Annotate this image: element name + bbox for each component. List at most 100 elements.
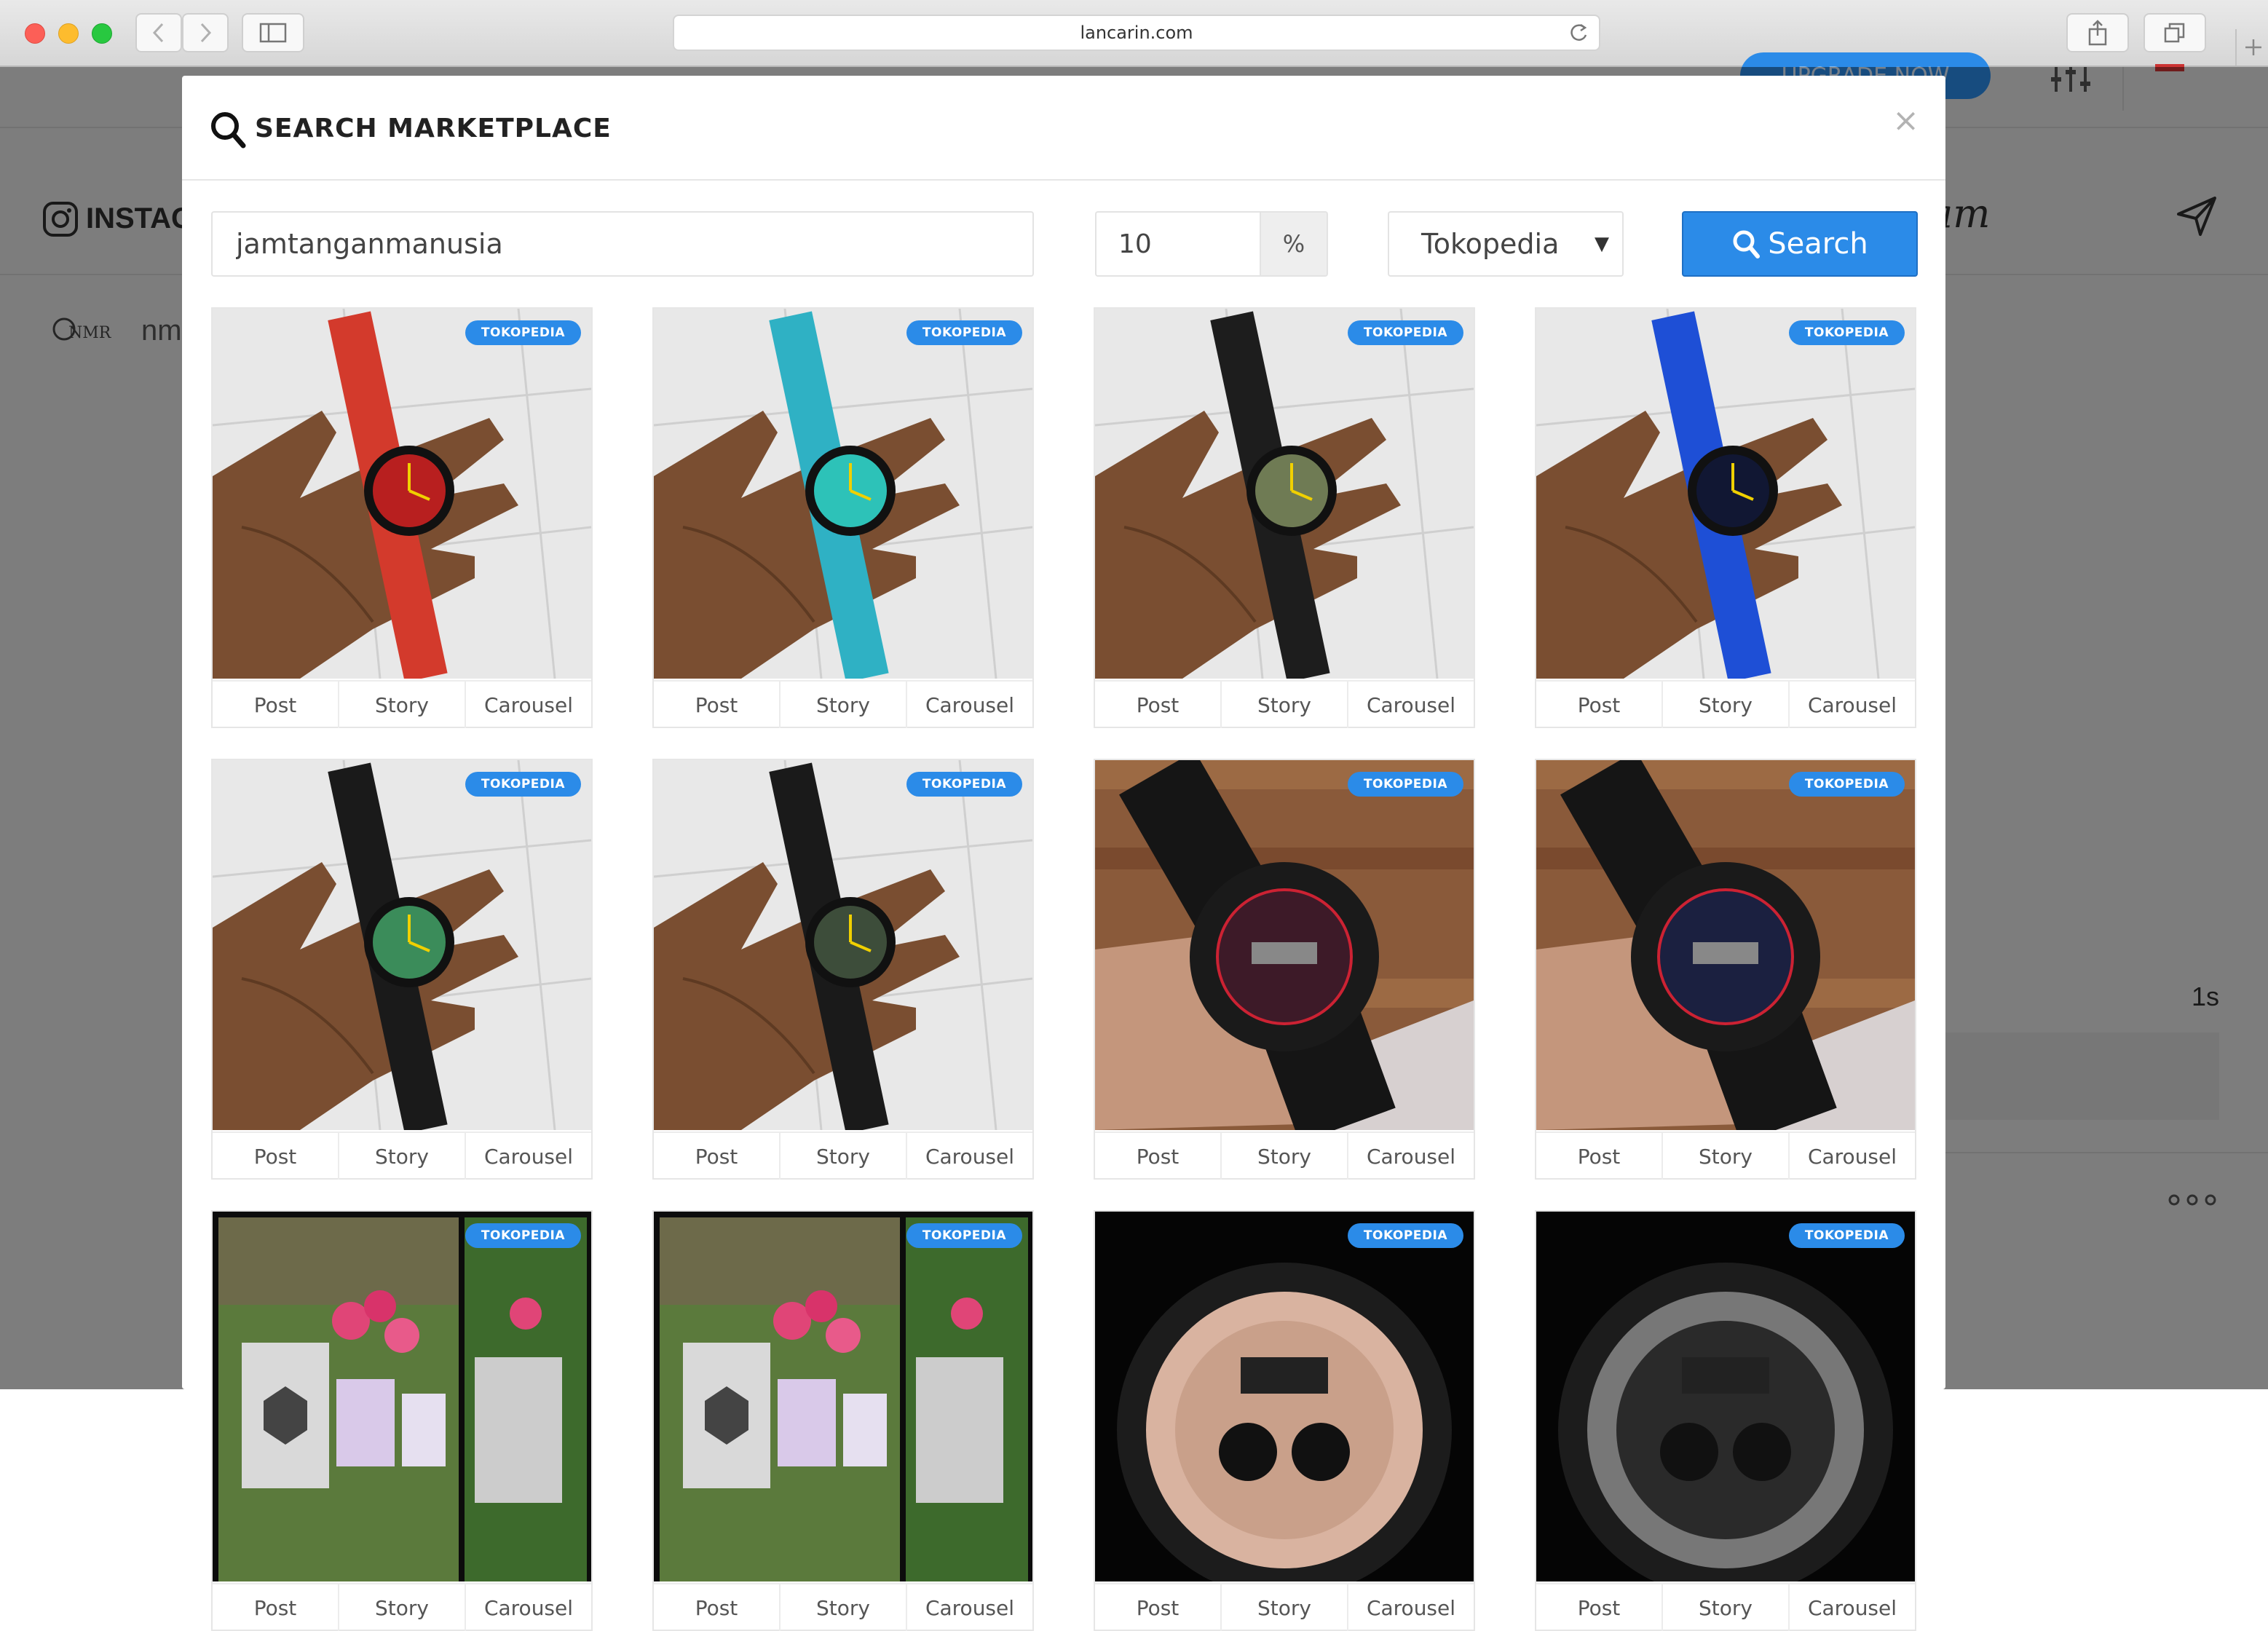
- window-maximize-button[interactable]: [92, 23, 112, 44]
- card-actions: Post Story Carousel: [1095, 1132, 1474, 1180]
- marketplace-badge: TOKOPEDIA: [465, 320, 581, 345]
- carousel-button[interactable]: Carousel: [1348, 1133, 1474, 1180]
- post-button[interactable]: Post: [654, 1584, 781, 1631]
- product-image[interactable]: TOKOPEDIA: [213, 309, 591, 679]
- card-actions: Post Story Carousel: [213, 680, 591, 728]
- post-button[interactable]: Post: [654, 682, 781, 728]
- story-button[interactable]: Story: [1222, 1133, 1348, 1180]
- post-button[interactable]: Post: [1536, 1133, 1663, 1180]
- product-card[interactable]: TOKOPEDIA Post Story Carousel: [652, 307, 1034, 728]
- post-button[interactable]: Post: [213, 1584, 339, 1631]
- product-card[interactable]: TOKOPEDIA Post Story Carousel: [1094, 1210, 1475, 1631]
- story-button[interactable]: Story: [1222, 682, 1348, 728]
- story-button[interactable]: Story: [339, 1133, 466, 1180]
- product-image[interactable]: TOKOPEDIA: [1536, 760, 1915, 1130]
- carousel-button[interactable]: Carousel: [1790, 682, 1915, 728]
- carousel-button[interactable]: Carousel: [1348, 1584, 1474, 1631]
- product-image[interactable]: TOKOPEDIA: [213, 760, 591, 1130]
- search-button-label: Search: [1768, 227, 1868, 261]
- card-actions: Post Story Carousel: [213, 1583, 591, 1631]
- story-button[interactable]: Story: [1663, 682, 1790, 728]
- post-button[interactable]: Post: [1536, 1584, 1663, 1631]
- sidebar-icon: [259, 23, 287, 43]
- watch-photo: [654, 760, 1032, 1130]
- modal-header: SEARCH MARKETPLACE ×: [182, 76, 1945, 181]
- carousel-button[interactable]: Carousel: [907, 1584, 1032, 1631]
- product-image[interactable]: TOKOPEDIA: [213, 1212, 591, 1581]
- share-button[interactable]: [2066, 13, 2129, 52]
- product-card[interactable]: TOKOPEDIA Post Story Carousel: [211, 759, 593, 1180]
- marketplace-badge: TOKOPEDIA: [1788, 1223, 1905, 1248]
- watch-photo: [1536, 760, 1915, 1130]
- post-button[interactable]: Post: [1536, 682, 1663, 728]
- product-card[interactable]: TOKOPEDIA Post Story Carousel: [652, 759, 1034, 1180]
- window-close-button[interactable]: [25, 23, 45, 44]
- story-button[interactable]: Story: [1663, 1584, 1790, 1631]
- card-actions: Post Story Carousel: [654, 1132, 1032, 1180]
- reload-icon[interactable]: [1568, 22, 1589, 44]
- story-button[interactable]: Story: [339, 682, 466, 728]
- sidebar-toggle-button[interactable]: [242, 13, 304, 52]
- product-image[interactable]: TOKOPEDIA: [654, 309, 1032, 679]
- tabs-button[interactable]: [2143, 13, 2206, 52]
- product-image[interactable]: TOKOPEDIA: [1536, 309, 1915, 679]
- product-image[interactable]: TOKOPEDIA: [1095, 760, 1474, 1130]
- post-button[interactable]: Post: [1095, 682, 1222, 728]
- watch-photo: [1095, 309, 1474, 679]
- carousel-button[interactable]: Carousel: [907, 682, 1032, 728]
- story-button[interactable]: Story: [1222, 1584, 1348, 1631]
- marketplace-badge: TOKOPEDIA: [1347, 320, 1463, 345]
- close-icon[interactable]: ×: [1892, 105, 1919, 137]
- product-image[interactable]: TOKOPEDIA: [1095, 309, 1474, 679]
- post-button[interactable]: Post: [1095, 1133, 1222, 1180]
- carousel-button[interactable]: Carousel: [1790, 1584, 1915, 1631]
- carousel-button[interactable]: Carousel: [1790, 1133, 1915, 1180]
- product-card[interactable]: TOKOPEDIA Post Story Carousel: [211, 307, 593, 728]
- search-button[interactable]: Search: [1682, 211, 1918, 277]
- carousel-button[interactable]: Carousel: [466, 1584, 591, 1631]
- plus-icon: [2245, 39, 2261, 55]
- product-card[interactable]: TOKOPEDIA Post Story Carousel: [652, 1210, 1034, 1631]
- product-image[interactable]: TOKOPEDIA: [1095, 1212, 1474, 1581]
- forward-button[interactable]: [182, 13, 229, 52]
- post-button[interactable]: Post: [213, 682, 339, 728]
- product-image[interactable]: TOKOPEDIA: [654, 760, 1032, 1130]
- address-bar[interactable]: lancarin.com: [673, 15, 1600, 51]
- back-button[interactable]: [135, 13, 182, 52]
- story-button[interactable]: Story: [781, 1584, 907, 1631]
- chevron-right-icon: [200, 23, 212, 43]
- post-button[interactable]: Post: [654, 1133, 781, 1180]
- product-card[interactable]: TOKOPEDIA Post Story Carousel: [211, 1210, 593, 1631]
- new-tab-button[interactable]: [2235, 29, 2268, 66]
- product-card[interactable]: TOKOPEDIA Post Story Carousel: [1094, 307, 1475, 728]
- product-card[interactable]: TOKOPEDIA Post Story Carousel: [1535, 759, 1916, 1180]
- product-card[interactable]: TOKOPEDIA Post Story Carousel: [1535, 307, 1916, 728]
- modal-title: SEARCH MARKETPLACE: [255, 114, 612, 143]
- percent-input[interactable]: [1095, 211, 1263, 277]
- carousel-button[interactable]: Carousel: [907, 1133, 1032, 1180]
- marketplace-select[interactable]: Tokopedia ▼: [1388, 211, 1624, 277]
- product-image[interactable]: TOKOPEDIA: [1536, 1212, 1915, 1581]
- story-button[interactable]: Story: [781, 1133, 907, 1180]
- carousel-button[interactable]: Carousel: [1348, 682, 1474, 728]
- post-button[interactable]: Post: [1095, 1584, 1222, 1631]
- product-card[interactable]: TOKOPEDIA Post Story Carousel: [1094, 759, 1475, 1180]
- product-photo: [213, 1212, 591, 1581]
- card-actions: Post Story Carousel: [654, 680, 1032, 728]
- story-button[interactable]: Story: [1663, 1133, 1790, 1180]
- post-button[interactable]: Post: [213, 1133, 339, 1180]
- product-image[interactable]: TOKOPEDIA: [654, 1212, 1032, 1581]
- window-minimize-button[interactable]: [58, 23, 79, 44]
- card-actions: Post Story Carousel: [1095, 1583, 1474, 1631]
- keyword-input[interactable]: [211, 211, 1034, 277]
- carousel-button[interactable]: Carousel: [466, 1133, 591, 1180]
- card-actions: Post Story Carousel: [1536, 680, 1915, 728]
- card-actions: Post Story Carousel: [1536, 1583, 1915, 1631]
- marketplace-badge: TOKOPEDIA: [465, 1223, 581, 1248]
- watch-photo: [213, 309, 591, 679]
- carousel-button[interactable]: Carousel: [466, 682, 591, 728]
- story-button[interactable]: Story: [339, 1584, 466, 1631]
- tabs-icon: [2164, 23, 2185, 43]
- story-button[interactable]: Story: [781, 682, 907, 728]
- product-card[interactable]: TOKOPEDIA Post Story Carousel: [1535, 1210, 1916, 1631]
